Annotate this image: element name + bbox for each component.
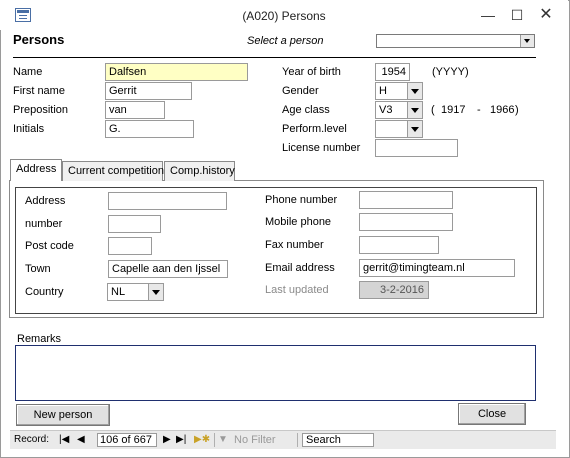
town-field[interactable]: Capelle aan den Ijssel <box>108 260 228 278</box>
tab-comp-history[interactable]: Comp.history <box>164 161 235 181</box>
initials-label: Initials <box>13 123 45 135</box>
name-field[interactable]: Dalfsen <box>105 63 248 81</box>
year-of-birth-label: Year of birth <box>282 66 341 78</box>
number-label: number <box>25 218 63 230</box>
country-value: NL <box>111 286 126 298</box>
chevron-down-icon[interactable] <box>148 284 163 300</box>
email-address-label: Email address <box>265 262 335 274</box>
initials-field[interactable]: G. <box>105 120 194 138</box>
close-window-icon[interactable]: ✕ <box>533 4 559 26</box>
new-record-icon[interactable]: ▶✱ <box>194 433 210 447</box>
preposition-field[interactable]: van <box>105 101 165 119</box>
year-format-hint: (YYYY) <box>432 66 469 78</box>
previous-record-icon[interactable]: ◀ <box>77 433 85 447</box>
select-person-label: Select a person <box>247 35 324 47</box>
age-range-to: 1966 <box>490 104 515 116</box>
age-class-label: Age class <box>282 104 330 116</box>
year-of-birth-field[interactable]: 1954 <box>375 63 410 81</box>
perform-level-label: Perform.level <box>282 123 347 135</box>
fax-number-label: Fax number <box>265 239 324 251</box>
maximize-icon[interactable]: ☐ <box>504 4 530 26</box>
record-label: Record: <box>14 434 50 445</box>
license-number-label: License number <box>282 142 361 154</box>
gender-combo[interactable]: H <box>375 82 423 100</box>
tab-address[interactable]: Address <box>10 159 62 181</box>
mobile-phone-field[interactable] <box>359 213 453 231</box>
phone-number-field[interactable] <box>359 191 453 209</box>
remarks-label: Remarks <box>17 333 62 345</box>
age-class-combo[interactable]: V3 <box>375 101 423 119</box>
first-name-label: First name <box>13 85 65 97</box>
address-label: Address <box>25 195 66 207</box>
age-class-value: V3 <box>379 104 393 116</box>
post-code-field[interactable] <box>108 237 152 255</box>
current-record-field[interactable]: 106 of 667 <box>97 433 157 447</box>
country-combo[interactable]: NL <box>107 283 164 301</box>
age-range-close: ) <box>515 104 519 116</box>
search-input[interactable]: Search <box>302 433 374 447</box>
chevron-down-icon[interactable] <box>407 102 422 118</box>
first-name-field[interactable]: Gerrit <box>105 82 192 100</box>
post-code-label: Post code <box>25 240 74 252</box>
last-record-icon[interactable]: ▶| <box>176 433 186 447</box>
header-divider <box>13 57 536 58</box>
gender-label: Gender <box>282 85 319 97</box>
license-number-field[interactable] <box>375 139 458 157</box>
age-range-open: ( <box>431 104 435 116</box>
name-label: Name <box>13 66 43 78</box>
chevron-down-icon[interactable] <box>520 35 534 47</box>
next-record-icon[interactable]: ▶ <box>163 433 171 447</box>
no-filter-button[interactable]: No Filter <box>234 433 276 447</box>
country-label: Country <box>25 286 64 298</box>
title-bar: (A020) Persons — ☐ ✕ <box>0 0 568 30</box>
number-field[interactable] <box>108 215 161 233</box>
new-person-button[interactable]: New person <box>16 404 110 426</box>
select-person-combo[interactable] <box>376 34 535 48</box>
last-updated-label: Last updated <box>265 284 329 296</box>
mobile-phone-label: Mobile phone <box>265 216 332 228</box>
age-range-dash: - <box>477 104 481 116</box>
town-label: Town <box>25 263 51 275</box>
minimize-icon[interactable]: — <box>475 4 501 26</box>
preposition-label: Preposition <box>13 104 69 116</box>
last-updated-field: 3-2-2016 <box>359 281 429 299</box>
remarks-field[interactable] <box>15 345 536 401</box>
address-field[interactable] <box>108 192 227 210</box>
chevron-down-icon[interactable] <box>407 121 422 137</box>
email-address-field[interactable]: gerrit@timingteam.nl <box>359 259 515 277</box>
close-button[interactable]: Close <box>458 403 526 425</box>
first-record-icon[interactable]: |◀ <box>59 433 69 447</box>
tab-current-competition[interactable]: Current competition <box>62 161 164 181</box>
fax-number-field[interactable] <box>359 236 439 254</box>
form-title: Persons <box>13 32 65 47</box>
filter-icon[interactable]: ▼ <box>218 433 228 447</box>
phone-number-label: Phone number <box>265 194 338 206</box>
gender-value: H <box>379 85 387 97</box>
record-navigation-bar: Record: |◀ ◀ 106 of 667 ▶ ▶| ▶✱ ▼ No Fil… <box>10 430 556 449</box>
perform-level-combo[interactable] <box>375 120 423 138</box>
age-range-from: 1917 <box>441 104 466 116</box>
chevron-down-icon[interactable] <box>407 83 422 99</box>
